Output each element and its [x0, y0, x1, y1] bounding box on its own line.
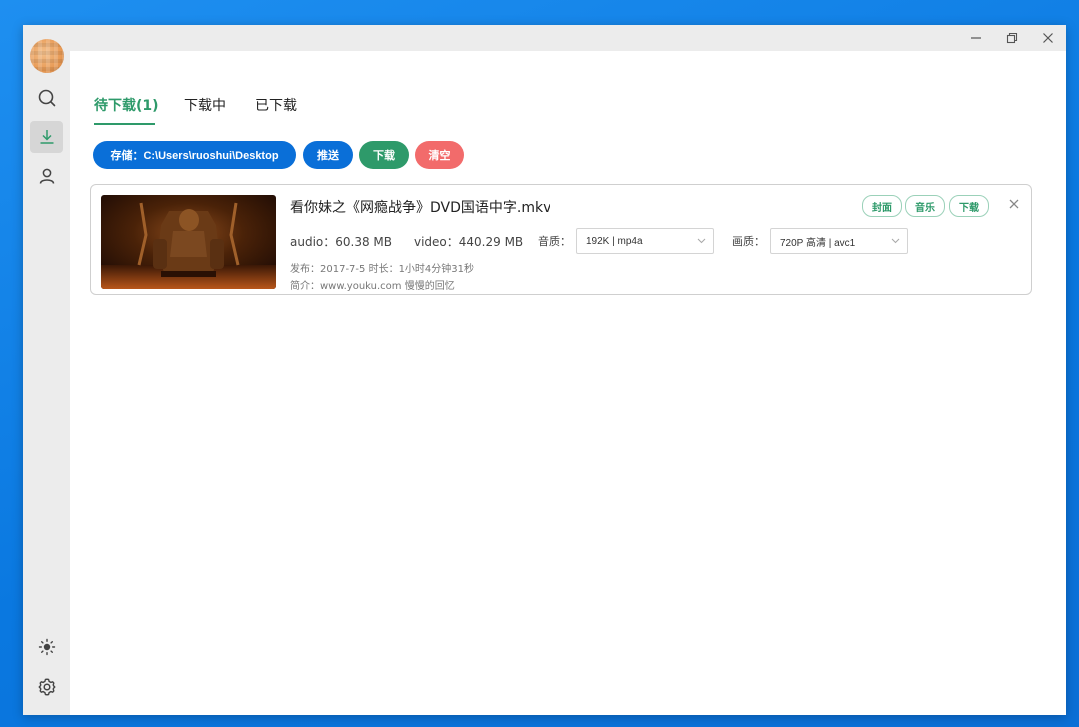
- cover-button[interactable]: 封面: [862, 195, 902, 217]
- sun-icon: [38, 638, 55, 656]
- theme-toggle-button[interactable]: [30, 631, 63, 663]
- push-button[interactable]: 推送: [303, 141, 353, 169]
- gear-icon: [38, 678, 55, 696]
- settings-button[interactable]: [30, 671, 63, 703]
- video-title: 看你妹之《网瘾战争》DVD国语中字.mkv: [290, 200, 550, 216]
- remove-item-button[interactable]: [1006, 195, 1022, 213]
- restore-icon: [1006, 32, 1018, 44]
- minimize-icon: [971, 37, 981, 39]
- active-tab-indicator: [94, 123, 155, 125]
- minimize-button[interactable]: [958, 25, 994, 51]
- video-size: video：440.29 MB: [414, 235, 524, 249]
- close-icon: [1043, 33, 1053, 43]
- music-button[interactable]: 音乐: [905, 195, 945, 217]
- video-quality-select[interactable]: 720P 高清 | avc1: [770, 228, 908, 254]
- audio-size: audio：60.38 MB: [290, 235, 393, 249]
- avatar[interactable]: [30, 39, 64, 73]
- item-download-button[interactable]: 下载: [949, 195, 989, 217]
- download-all-button[interactable]: 下载: [359, 141, 409, 169]
- clear-button[interactable]: 清空: [415, 141, 464, 169]
- close-window-button[interactable]: [1030, 25, 1066, 51]
- title-bar: [23, 25, 1066, 51]
- tab-downloading[interactable]: 下载中: [184, 95, 226, 115]
- main-content: 待下载(1) 下载中 已下载 存储：C:\Users\ruoshui\Deskt…: [70, 51, 1066, 715]
- video-thumbnail[interactable]: [101, 195, 276, 289]
- tab-pending[interactable]: 待下载(1): [94, 95, 159, 115]
- video-intro: 简介：www.youku.com 慢慢的回忆: [290, 281, 455, 292]
- download-item-card: 看你妹之《网瘾战争》DVD国语中字.mkv 封面 音乐 下载 audio：60.…: [90, 184, 1032, 295]
- sidebar-item-user[interactable]: [30, 160, 63, 192]
- sidebar-item-download[interactable]: [30, 121, 63, 153]
- publish-info: 发布：2017-7-5 时长：1小时4分钟31秒: [290, 264, 475, 275]
- sidebar-item-search[interactable]: [30, 82, 63, 114]
- video-quality-value: 720P 高清 | avc1: [780, 237, 856, 249]
- app-window: 待下载(1) 下载中 已下载 存储：C:\Users\ruoshui\Deskt…: [23, 25, 1066, 715]
- chevron-down-icon: [689, 238, 713, 244]
- chevron-down-icon: [883, 238, 907, 244]
- audio-quality-value: 192K | mp4a: [586, 235, 643, 247]
- tab-downloaded[interactable]: 已下载: [255, 95, 297, 115]
- storage-path-button[interactable]: 存储：C:\Users\ruoshui\Desktop: [93, 141, 296, 169]
- close-icon: [1009, 199, 1019, 209]
- audio-quality-select[interactable]: 192K | mp4a: [576, 228, 714, 254]
- video-quality-label: 画质：: [732, 235, 765, 248]
- sidebar: [23, 25, 70, 715]
- audio-quality-label: 音质：: [538, 235, 571, 248]
- search-icon: [38, 89, 55, 107]
- user-icon: [39, 168, 54, 184]
- download-icon: [40, 130, 53, 144]
- restore-button[interactable]: [994, 25, 1030, 51]
